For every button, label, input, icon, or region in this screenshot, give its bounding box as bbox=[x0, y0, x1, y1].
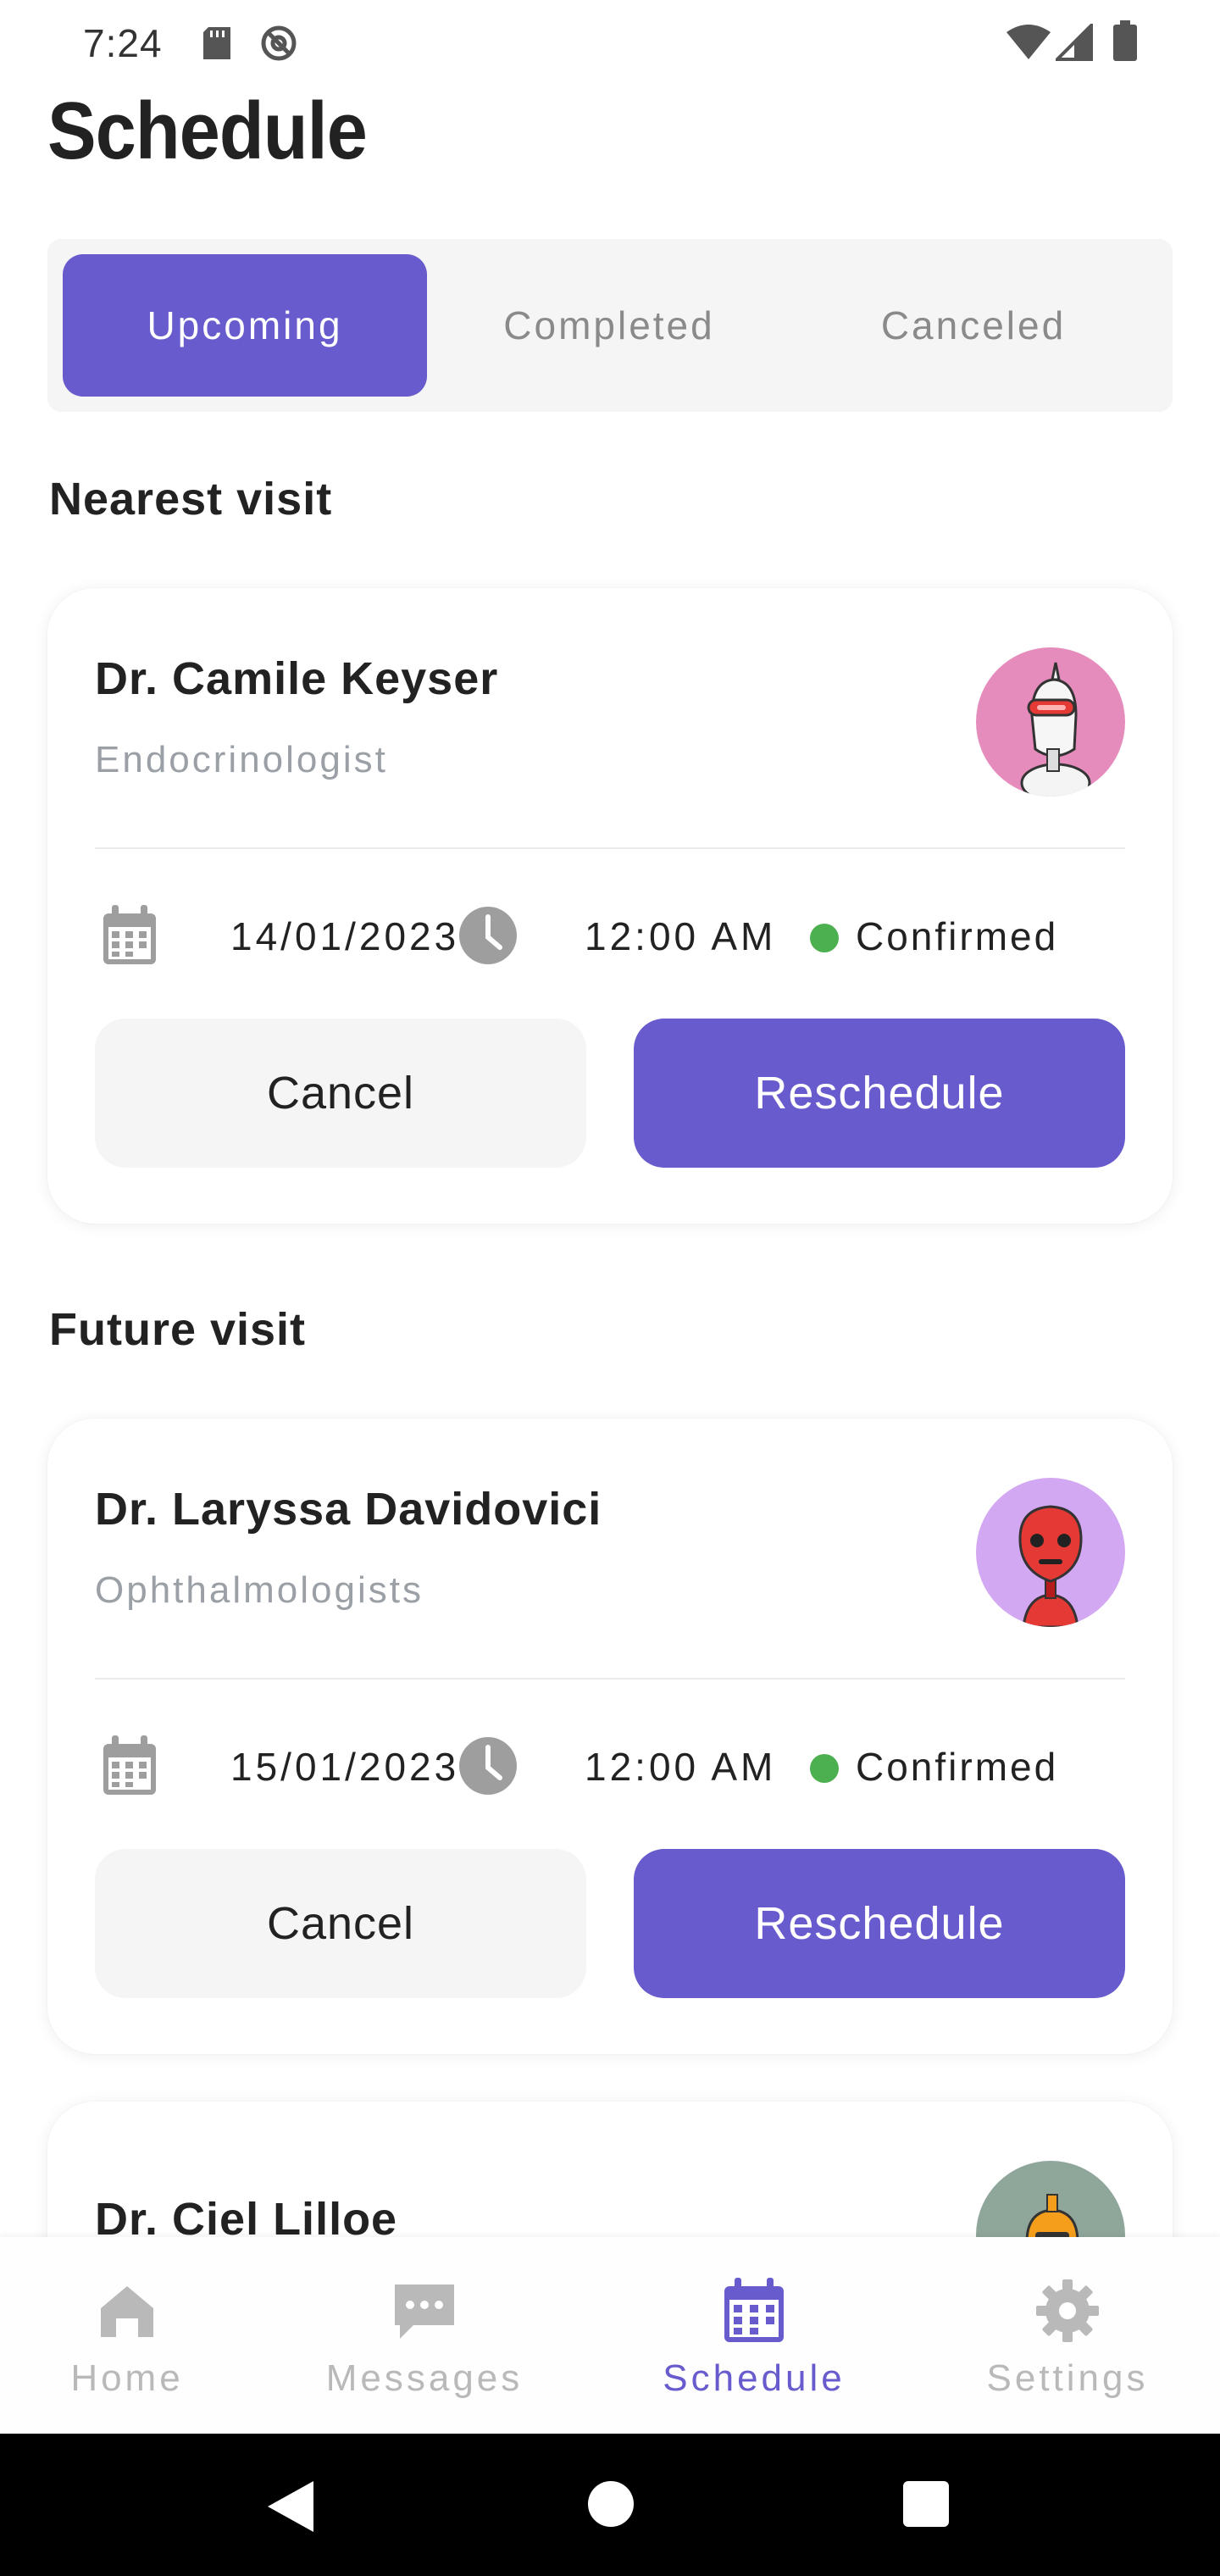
appointment-card: Dr. Camile Keyser Endocrinologist 14/01/… bbox=[47, 588, 1173, 1224]
appointment-status: Confirmed bbox=[856, 1745, 1059, 1789]
tab-canceled[interactable]: Canceled bbox=[791, 254, 1156, 397]
future-visit-heading: Future visit bbox=[49, 1304, 307, 1355]
status-time: 7:24 bbox=[83, 21, 163, 65]
doctor-specialty: Endocrinologist bbox=[95, 739, 388, 780]
nearest-visit-heading: Nearest visit bbox=[49, 474, 333, 525]
at-sign-icon bbox=[261, 25, 297, 61]
appointment-meta: 15/01/2023 12:00 AM Confirmed bbox=[95, 1735, 1125, 1798]
appointment-date: 14/01/2023 bbox=[230, 914, 460, 958]
page-title: Schedule bbox=[47, 86, 368, 176]
appointment-meta: 14/01/2023 12:00 AM Confirmed bbox=[95, 905, 1125, 968]
reschedule-button[interactable]: Reschedule bbox=[634, 1019, 1125, 1168]
doctor-name: Dr. Laryssa Davidovici bbox=[95, 1484, 602, 1535]
status-bar: 7:24 bbox=[0, 0, 1220, 85]
clock-icon bbox=[459, 907, 517, 964]
calendar-icon bbox=[103, 905, 156, 964]
tab-upcoming[interactable]: Upcoming bbox=[63, 254, 427, 397]
nav-schedule[interactable]: Schedule bbox=[652, 2237, 856, 2434]
appointment-time: 12:00 AM bbox=[585, 1745, 777, 1789]
doctor-avatar bbox=[976, 647, 1125, 797]
nav-settings[interactable]: Settings bbox=[983, 2237, 1152, 2434]
card-divider bbox=[95, 1678, 1125, 1679]
doctor-name: Dr. Camile Keyser bbox=[95, 653, 499, 704]
home-button[interactable] bbox=[588, 2481, 634, 2527]
sd-card-icon bbox=[203, 27, 230, 59]
appointment-card: Dr. Laryssa Davidovici Ophthalmologists bbox=[47, 1418, 1173, 2054]
signal-icon bbox=[1056, 24, 1093, 61]
battery-icon bbox=[1113, 20, 1137, 61]
bottom-nav: Home Messages Schedule Settings bbox=[0, 2237, 1220, 2434]
doctor-avatar bbox=[976, 1478, 1125, 1627]
status-dot bbox=[810, 1754, 839, 1783]
schedule-screen: 7:24 Schedule Upcoming Completed Cancele… bbox=[0, 0, 1220, 2576]
nav-messages[interactable]: Messages bbox=[319, 2237, 530, 2434]
recents-button[interactable] bbox=[903, 2481, 949, 2527]
cancel-button[interactable]: Cancel bbox=[95, 1019, 586, 1168]
appointment-date: 15/01/2023 bbox=[230, 1745, 460, 1789]
back-icon[interactable] bbox=[264, 2478, 317, 2535]
appointment-time: 12:00 AM bbox=[585, 914, 777, 958]
cancel-button[interactable]: Cancel bbox=[95, 1849, 586, 1998]
nav-label: Schedule bbox=[663, 2357, 846, 2399]
clock-icon bbox=[459, 1737, 517, 1795]
nav-home[interactable]: Home bbox=[42, 2237, 212, 2434]
calendar-icon bbox=[724, 2278, 784, 2342]
gear-icon bbox=[1036, 2279, 1099, 2342]
tab-completed[interactable]: Completed bbox=[427, 254, 791, 397]
nav-label: Messages bbox=[325, 2357, 524, 2399]
calendar-icon bbox=[103, 1735, 156, 1795]
schedule-tabs: Upcoming Completed Canceled bbox=[47, 239, 1173, 412]
card-divider bbox=[95, 847, 1125, 849]
status-dot bbox=[810, 924, 839, 952]
doctor-specialty: Ophthalmologists bbox=[95, 1569, 424, 1611]
wifi-icon bbox=[1006, 25, 1051, 59]
appointment-status: Confirmed bbox=[856, 914, 1059, 958]
nav-label: Settings bbox=[986, 2357, 1149, 2399]
home-icon bbox=[101, 2286, 153, 2337]
chat-icon bbox=[395, 2285, 454, 2339]
system-nav-bar bbox=[0, 2434, 1220, 2576]
reschedule-button[interactable]: Reschedule bbox=[634, 1849, 1125, 1998]
nav-label: Home bbox=[70, 2357, 184, 2399]
